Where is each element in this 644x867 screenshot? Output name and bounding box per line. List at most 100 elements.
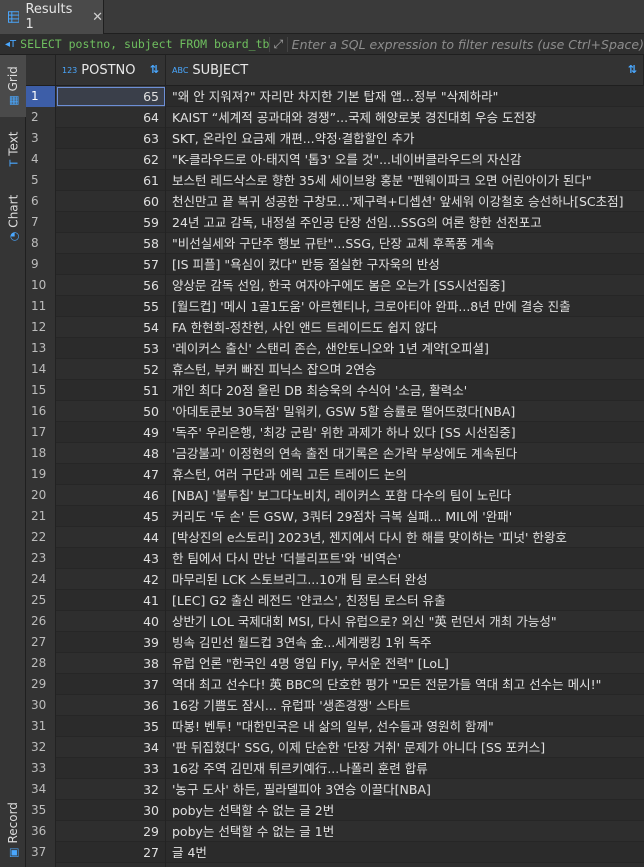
cell-postno[interactable]: 24 [56,863,166,867]
table-row[interactable]: 12 54 FA 한현희-정찬헌, 사인 앤드 트레이드도 쉽지 않다 [26,317,644,338]
table-row[interactable]: 3824글 1번 [26,863,644,867]
cell-postno[interactable]: 36 [56,695,166,716]
cell-subject[interactable]: [월드컵] '메시 1골1도움' 아르헨티나, 크로아티아 완파...8년 만에… [166,296,644,317]
row-number[interactable]: 14 [26,359,56,380]
cell-subject[interactable]: 한 팀에서 다시 만난 '더블리프트'와 '비역슨' [166,548,644,569]
table-row[interactable]: 37 27 글 4번 [26,842,644,863]
cell-postno[interactable]: 54 [56,317,166,338]
row-number[interactable]: 30 [26,695,56,716]
cell-postno[interactable]: 53 [56,338,166,359]
cell-subject[interactable]: "비선실세와 구단주 행보 규탄"...SSG, 단장 교체 후폭풍 계속 [166,233,644,254]
sql-query-text[interactable]: SELECT postno, subject FROM board_tbl OR… [20,37,269,51]
sort-icon[interactable]: ⇅ [628,63,637,76]
tab-text[interactable]: T Text [0,119,26,179]
cell-postno[interactable]: 43 [56,548,166,569]
cell-postno[interactable]: 27 [56,842,166,863]
table-row[interactable]: 8 58 "비선실세와 구단주 행보 규탄"...SSG, 단장 교체 후폭풍 계속 [26,233,644,254]
cell-postno[interactable]: 40 [56,611,166,632]
table-row[interactable]: 9 57 [IS 피플] "욕심이 컸다" 반등 절실한 구자욱의 반성 [26,254,644,275]
row-number[interactable]: 10 [26,275,56,296]
table-row[interactable]: 1 65 "왜 안 지워져?" 자리만 차지한 기본 탑재 앱...정부 "삭제하라… [26,86,644,107]
row-number[interactable]: 8 [26,233,56,254]
cell-postno[interactable]: 47 [56,464,166,485]
cell-subject[interactable]: '레이커스 출신' 스탠리 존슨, 샌안토니오와 1년 계약[오피셜] [166,338,644,359]
table-row[interactable]: 11 55 [월드컵] '메시 1골1도움' 아르헨티나, 크로아티아 완파...8… [26,296,644,317]
cell-postno[interactable]: 61 [56,170,166,191]
cell-postno[interactable]: 38 [56,653,166,674]
cell-subject[interactable]: 유럽 언론 "한국인 4명 영입 Fly, 무서운 전력" [LoL] [166,653,644,674]
table-row[interactable]: 36 29 poby는 선택할 수 없는 글 1번 [26,821,644,842]
table-row[interactable]: 32 34 '판 뒤집혔다' SSG, 이제 단순한 '단장 거취' 문제가 아니다… [26,737,644,758]
filter-input[interactable]: Enter a SQL expression to filter results… [292,37,644,52]
row-number[interactable]: 38 [26,863,56,867]
cell-postno[interactable]: 37 [56,674,166,695]
column-header-postno[interactable]: 123 POSTNO ⇅ [56,55,166,86]
cell-postno[interactable]: 51 [56,380,166,401]
row-number[interactable]: 36 [26,821,56,842]
table-row[interactable]: 10 56 양상문 감독 선임, 한국 여자야구에도 봄은 오는가 [SS시선집중] [26,275,644,296]
row-number[interactable]: 5 [26,170,56,191]
cell-postno[interactable]: 49 [56,422,166,443]
table-row[interactable]: 30 36 16강 기쁨도 잠시... 유럽파 '생존경쟁' 스타트 [26,695,644,716]
cell-subject[interactable]: 글 1번 [166,863,644,867]
row-number[interactable]: 12 [26,317,56,338]
table-row[interactable]: 5 61 보스턴 레드삭스로 향한 35세 세이브왕 홍분 "펜웨이파크 오면 어린… [26,170,644,191]
table-row[interactable]: 14 52 휴스턴, 부커 빠진 피닉스 잡으며 2연승 [26,359,644,380]
table-row[interactable]: 16 50 '아데토쿤보 30득점' 밀워키, GSW 5할 승률로 떨어뜨렸다[N… [26,401,644,422]
cell-postno[interactable]: 44 [56,527,166,548]
table-row[interactable]: 6 60 천신만고 끝 복귀 성공한 구창모...'제구력+디셉션' 앞세워 이강철… [26,191,644,212]
cell-subject[interactable]: [IS 피플] "욕심이 컸다" 반등 절실한 구자욱의 반성 [166,254,644,275]
cell-subject[interactable]: 보스턴 레드삭스로 향한 35세 세이브왕 홍분 "펜웨이파크 오면 어린아이가… [166,170,644,191]
cell-subject[interactable]: 천신만고 끝 복귀 성공한 구창모...'제구력+디셉션' 앞세워 이강철호 승… [166,191,644,212]
cell-subject[interactable]: 24년 고교 감독, 내정설 주인공 단장 선임…SSG의 여론 향한 선전포고 [166,212,644,233]
table-row[interactable]: 35 30 poby는 선택할 수 없는 글 2번 [26,800,644,821]
tab-record[interactable]: ▣ Record [0,795,26,865]
cell-postno[interactable]: 33 [56,758,166,779]
row-number[interactable]: 21 [26,506,56,527]
table-row[interactable]: 20 46 [NBA] '불투칩' 보그다노비치, 레이커스 포함 다수의 팀이 노… [26,485,644,506]
cell-postno[interactable]: 32 [56,779,166,800]
cell-subject[interactable]: '판 뒤집혔다' SSG, 이제 단순한 '단장 거취' 문제가 아니다 [SS… [166,737,644,758]
row-number[interactable]: 17 [26,422,56,443]
table-row[interactable]: 29 37 역대 최고 선수다! 英 BBC의 단호한 평가 "모든 전문가들 역대… [26,674,644,695]
row-number[interactable]: 11 [26,296,56,317]
table-row[interactable]: 23 43 한 팀에서 다시 만난 '더블리프트'와 '비역슨' [26,548,644,569]
cell-subject[interactable]: poby는 선택할 수 없는 글 1번 [166,821,644,842]
cell-postno[interactable]: 35 [56,716,166,737]
table-row[interactable]: 28 38 유럽 언론 "한국인 4명 영입 Fly, 무서운 전력" [LoL] [26,653,644,674]
cell-subject[interactable]: 역대 최고 선수다! 英 BBC의 단호한 평가 "모든 전문가들 역대 최고 … [166,674,644,695]
cell-subject[interactable]: [NBA] '불투칩' 보그다노비치, 레이커스 포함 다수의 팀이 노린다 [166,485,644,506]
cell-postno[interactable]: 30 [56,800,166,821]
row-number[interactable]: 6 [26,191,56,212]
table-row[interactable]: 15 51 개인 최다 20점 올린 DB 최승욱의 수식어 '소금, 활력소' [26,380,644,401]
row-number[interactable]: 24 [26,569,56,590]
cell-subject[interactable]: [박상진의 e스토리] 2023년, 젠지에서 다시 한 해를 맞이하는 '피넛… [166,527,644,548]
row-number[interactable]: 18 [26,443,56,464]
table-row[interactable]: 13 53 '레이커스 출신' 스탠리 존슨, 샌안토니오와 1년 계약[오피셜] [26,338,644,359]
cell-subject[interactable]: [LEC] G2 출신 레전드 '얀코스', 친정팀 로스터 유출 [166,590,644,611]
row-number[interactable]: 33 [26,758,56,779]
row-number[interactable]: 4 [26,149,56,170]
row-number[interactable]: 2 [26,107,56,128]
table-row[interactable]: 17 49 '독주' 우리은행, '최강 군림' 위한 과제가 하나 있다 [SS … [26,422,644,443]
cell-postno[interactable]: 42 [56,569,166,590]
cell-subject[interactable]: 글 4번 [166,842,644,863]
row-number[interactable]: 29 [26,674,56,695]
cell-postno[interactable]: 41 [56,590,166,611]
cell-subject[interactable]: 16강 기쁨도 잠시... 유럽파 '생존경쟁' 스타트 [166,695,644,716]
cell-subject[interactable]: KAIST “세계적 공과대와 경쟁”...국제 해양로봇 경진대회 우승 도전… [166,107,644,128]
cell-postno[interactable]: 58 [56,233,166,254]
expand-icon[interactable]: ⤢ [268,36,288,52]
cell-postno[interactable]: 56 [56,275,166,296]
table-row[interactable]: 22 44 [박상진의 e스토리] 2023년, 젠지에서 다시 한 해를 맞이하는… [26,527,644,548]
row-number[interactable]: 19 [26,464,56,485]
cell-subject[interactable]: 휴스턴, 여러 구단과 에릭 고든 트레이드 논의 [166,464,644,485]
cell-postno[interactable]: 39 [56,632,166,653]
row-number[interactable]: 1 [26,86,56,107]
table-row[interactable]: 4 62 "K-클라우드로 아·태지역 '톱3' 오를 것"...네이버클라우드의 … [26,149,644,170]
row-number[interactable]: 28 [26,653,56,674]
cell-postno[interactable]: 64 [56,107,166,128]
row-number[interactable]: 31 [26,716,56,737]
cell-subject[interactable]: '금강불괴' 이정현의 연속 출전 대기록은 손가락 부상에도 계속된다 [166,443,644,464]
row-number[interactable]: 20 [26,485,56,506]
